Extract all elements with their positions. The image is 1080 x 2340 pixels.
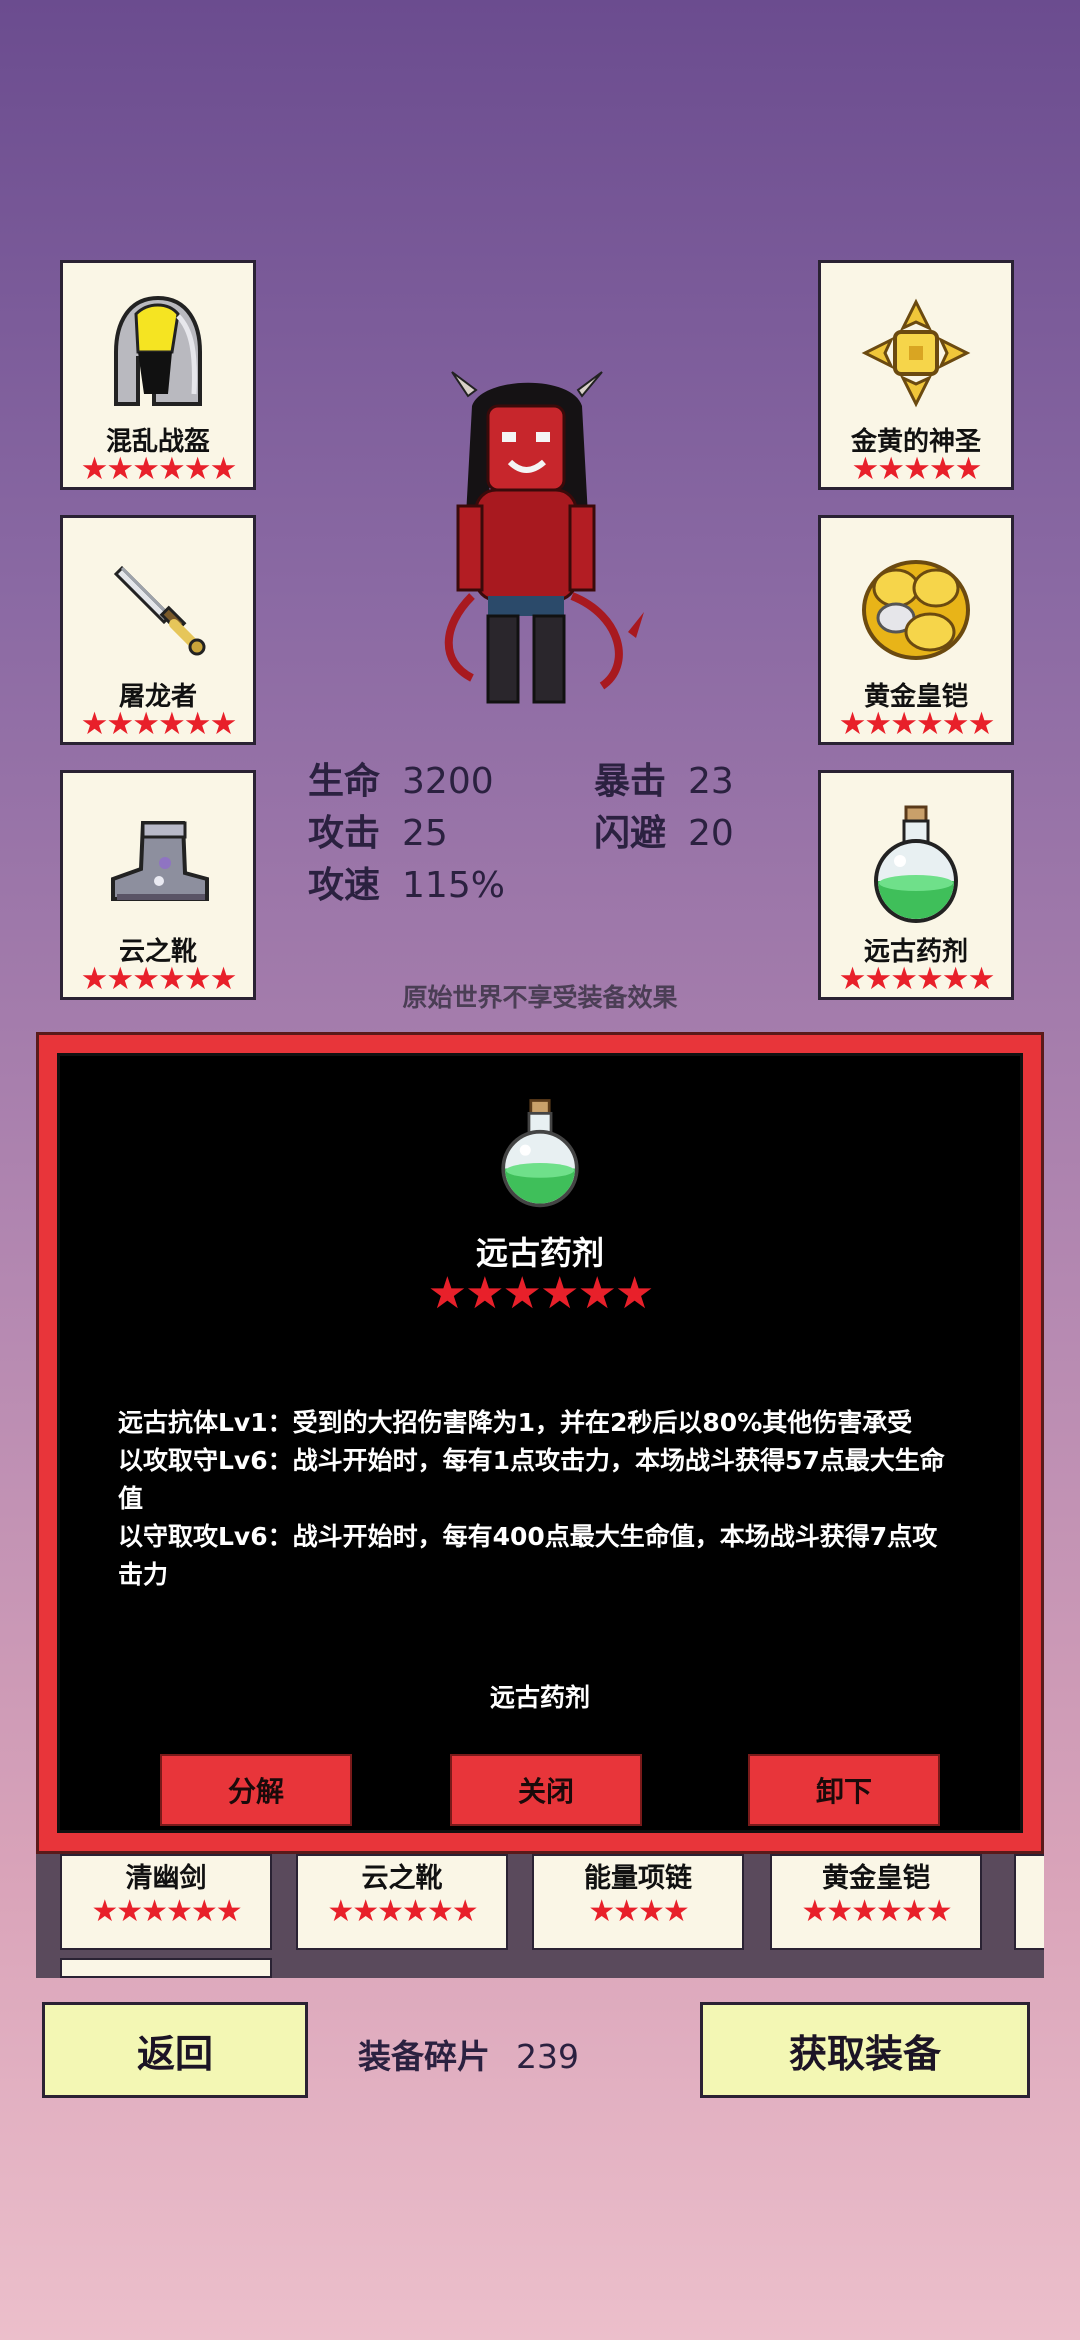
helmet-icon — [63, 283, 253, 423]
inventory-item-name: 黄金皇铠 — [822, 1863, 930, 1894]
unequip-button[interactable]: 卸下 — [748, 1754, 940, 1826]
equip-slot-helmet[interactable]: 混乱战盔 ★★★★★★ — [60, 260, 256, 490]
gold-armor-icon — [821, 538, 1011, 678]
inventory-item-name: 清幽剑 — [125, 1863, 207, 1894]
inventory-item[interactable]: 黄金皇铠 ★★★★★★ — [770, 1854, 982, 1950]
inventory-list[interactable]: 清幽剑 ★★★★★★ 云之靴 ★★★★★★ 能量项链 ★★★★ 黄金皇铠 ★★★… — [36, 1854, 1044, 1978]
stat-dodge-value: 20 — [688, 813, 734, 854]
holy-cross-icon — [821, 283, 1011, 423]
close-button[interactable]: 关闭 — [450, 1754, 642, 1826]
slot-stars: ★★★★★★ — [80, 451, 238, 487]
stats-panel: 生命 3200 攻击 25 攻速 115% 暴击 23 闪避 20 — [308, 752, 768, 912]
stat-crit-label: 暴击 — [594, 761, 667, 802]
stat-hp: 生命 3200 — [308, 752, 494, 804]
inventory-item-name: 云之靴 — [361, 1863, 443, 1894]
stat-aspd-value: 115% — [402, 865, 505, 906]
potion-icon — [821, 793, 1011, 933]
equip-slot-armor[interactable]: 黄金皇铠 ★★★★★★ — [818, 515, 1014, 745]
stat-aspd: 攻速 115% — [308, 856, 505, 908]
skill-line: 远古抗体Lv1：受到的大招伤害降为1，并在2秒后以80%其他伤害承受 — [118, 1408, 913, 1437]
stat-atk-value: 25 — [402, 813, 448, 854]
item-detail-content: 远古药剂 ★★★★★★ 远古抗体Lv1：受到的大招伤害降为1，并在2秒后以80%… — [57, 1053, 1023, 1833]
inventory-item-partial[interactable] — [60, 1958, 272, 1978]
equip-slot-weapon[interactable]: 屠龙者 ★★★★★★ — [60, 515, 256, 745]
item-description: 远古抗体Lv1：受到的大招伤害降为1，并在2秒后以80%其他伤害承受 以攻取守L… — [118, 1404, 962, 1594]
inventory-item-stars: ★★★★★★ — [801, 1894, 952, 1929]
inventory-item-stars: ★★★★★★ — [327, 1894, 478, 1929]
stat-aspd-label: 攻速 — [308, 865, 381, 906]
inventory-item[interactable]: 云之靴 ★★★★★★ — [296, 1854, 508, 1950]
slot-stars: ★★★★★★ — [80, 706, 238, 742]
inventory-item[interactable]: 清幽剑 ★★★★★★ — [60, 1854, 272, 1950]
fragments-value: 239 — [516, 2037, 579, 2076]
stat-hp-value: 3200 — [402, 761, 494, 802]
inventory-item-partial[interactable] — [1014, 1854, 1044, 1950]
equip-slot-boots[interactable]: 云之靴 ★★★★★★ — [60, 770, 256, 1000]
boots-icon — [63, 793, 253, 933]
back-button[interactable]: 返回 — [42, 2002, 308, 2098]
inventory-item-name: 能量项链 — [584, 1863, 692, 1894]
equip-slot-amulet[interactable]: 金黄的神圣 ★★★★★ — [818, 260, 1014, 490]
potion-icon — [60, 1096, 1020, 1208]
item-name-footer: 远古药剂 — [489, 1683, 590, 1712]
fragments-label: 装备碎片 — [358, 2037, 490, 2076]
item-detail-modal: 远古药剂 ★★★★★★ 远古抗体Lv1：受到的大招伤害降为1，并在2秒后以80%… — [36, 1032, 1044, 1854]
item-stars: ★★★★★★ — [427, 1268, 655, 1319]
equip-slot-potion[interactable]: 远古药剂 ★★★★★★ — [818, 770, 1014, 1000]
stat-dodge: 闪避 20 — [594, 804, 734, 856]
slot-stars: ★★★★★★ — [838, 706, 996, 742]
skill-line: 以守取攻Lv6：战斗开始时，每有400点最大生命值，本场战斗获得7点攻击力 — [118, 1522, 938, 1589]
stat-dodge-label: 闪避 — [594, 813, 667, 854]
slot-stars: ★★★★★ — [851, 451, 983, 487]
inventory-item[interactable]: 能量项链 ★★★★ — [532, 1854, 744, 1950]
inventory-item-stars: ★★★★★★ — [91, 1894, 242, 1929]
decompose-button[interactable]: 分解 — [160, 1754, 352, 1826]
get-equipment-button[interactable]: 获取装备 — [700, 2002, 1030, 2098]
skill-line: 以攻取守Lv6：战斗开始时，每有1点攻击力，本场战斗获得57点最大生命值 — [118, 1446, 945, 1513]
inventory-item-stars: ★★★★ — [588, 1894, 690, 1929]
stat-crit: 暴击 23 — [594, 752, 734, 804]
stat-atk-label: 攻击 — [308, 813, 381, 854]
stat-crit-value: 23 — [688, 761, 734, 802]
equipment-notice: 原始世界不享受装备效果 — [402, 983, 678, 1012]
stat-atk: 攻击 25 — [308, 804, 448, 856]
stat-hp-label: 生命 — [308, 761, 381, 802]
character-sprite — [432, 366, 652, 710]
fragments-counter: 装备碎片 239 — [358, 2030, 579, 2078]
dagger-icon — [63, 538, 253, 678]
